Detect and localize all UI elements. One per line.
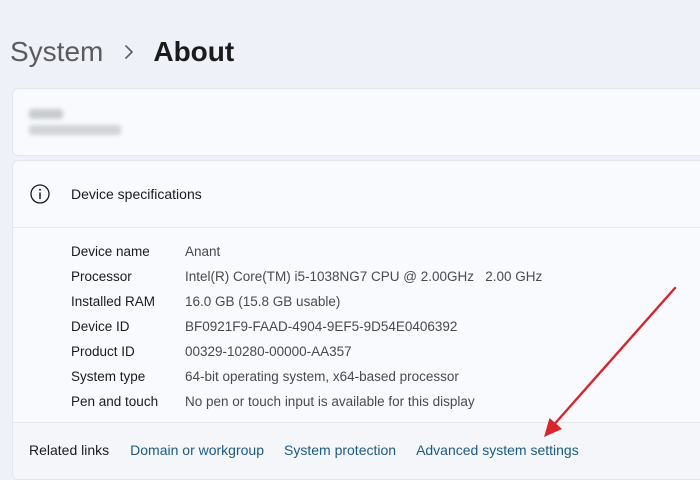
spec-value: 00329-10280-00000-AA357 [185, 344, 352, 359]
spec-value: No pen or touch input is available for t… [185, 394, 475, 409]
info-icon [29, 183, 51, 205]
breadcrumb: System About [10, 30, 234, 74]
spec-value: Anant [185, 244, 221, 259]
device-specifications-title: Device specifications [71, 186, 202, 202]
spec-row-installed-ram: Installed RAM 16.0 GB (15.8 GB usable) [71, 289, 542, 314]
spec-row-processor: Processor Intel(R) Core(TM) i5-1038NG7 C… [71, 264, 542, 289]
spec-row-system-type: System type 64-bit operating system, x64… [71, 364, 542, 389]
related-links: Related links Domain or workgroup System… [29, 439, 599, 461]
spec-label: Processor [71, 269, 132, 284]
spec-value: BF0921F9-FAAD-4904-9EF5-9D54E0406392 [185, 319, 458, 334]
related-links-title: Related links [29, 442, 110, 458]
spec-label: Device name [71, 244, 150, 259]
system-protection-link[interactable]: System protection [284, 439, 396, 461]
spec-row-product-id: Product ID 00329-10280-00000-AA357 [71, 339, 542, 364]
spec-row-device-id: Device ID BF0921F9-FAAD-4904-9EF5-9D54E0… [71, 314, 542, 339]
domain-or-workgroup-link[interactable]: Domain or workgroup [130, 439, 264, 461]
spec-label: Pen and touch [71, 394, 159, 409]
device-specifications-card: Device specifications Device name Anant … [12, 160, 700, 480]
blurred-device-name [29, 109, 63, 119]
related-links-bar: Related links Domain or workgroup System… [13, 422, 700, 479]
breadcrumb-system[interactable]: System [10, 30, 103, 74]
spec-label: Installed RAM [71, 294, 156, 309]
spec-row-device-name: Device name Anant [71, 239, 542, 264]
spec-list: Device name Anant Processor Intel(R) Cor… [71, 239, 542, 414]
advanced-system-settings-link[interactable]: Advanced system settings [416, 439, 579, 461]
chevron-right-icon [119, 30, 139, 74]
spec-label: Product ID [71, 344, 135, 359]
blurred-device-model [29, 125, 121, 135]
spec-label: System type [71, 369, 146, 384]
spec-value: 64-bit operating system, x64-based proce… [185, 369, 459, 384]
spec-value: 16.0 GB (15.8 GB usable) [185, 294, 341, 309]
device-name-card [12, 88, 700, 156]
spec-value: Intel(R) Core(TM) i5-1038NG7 CPU @ 2.00G… [185, 269, 543, 284]
device-specifications-header[interactable]: Device specifications [13, 161, 700, 228]
spec-label: Device ID [71, 319, 130, 334]
page-title: About [153, 36, 235, 67]
spec-row-pen-and-touch: Pen and touch No pen or touch input is a… [71, 389, 542, 414]
